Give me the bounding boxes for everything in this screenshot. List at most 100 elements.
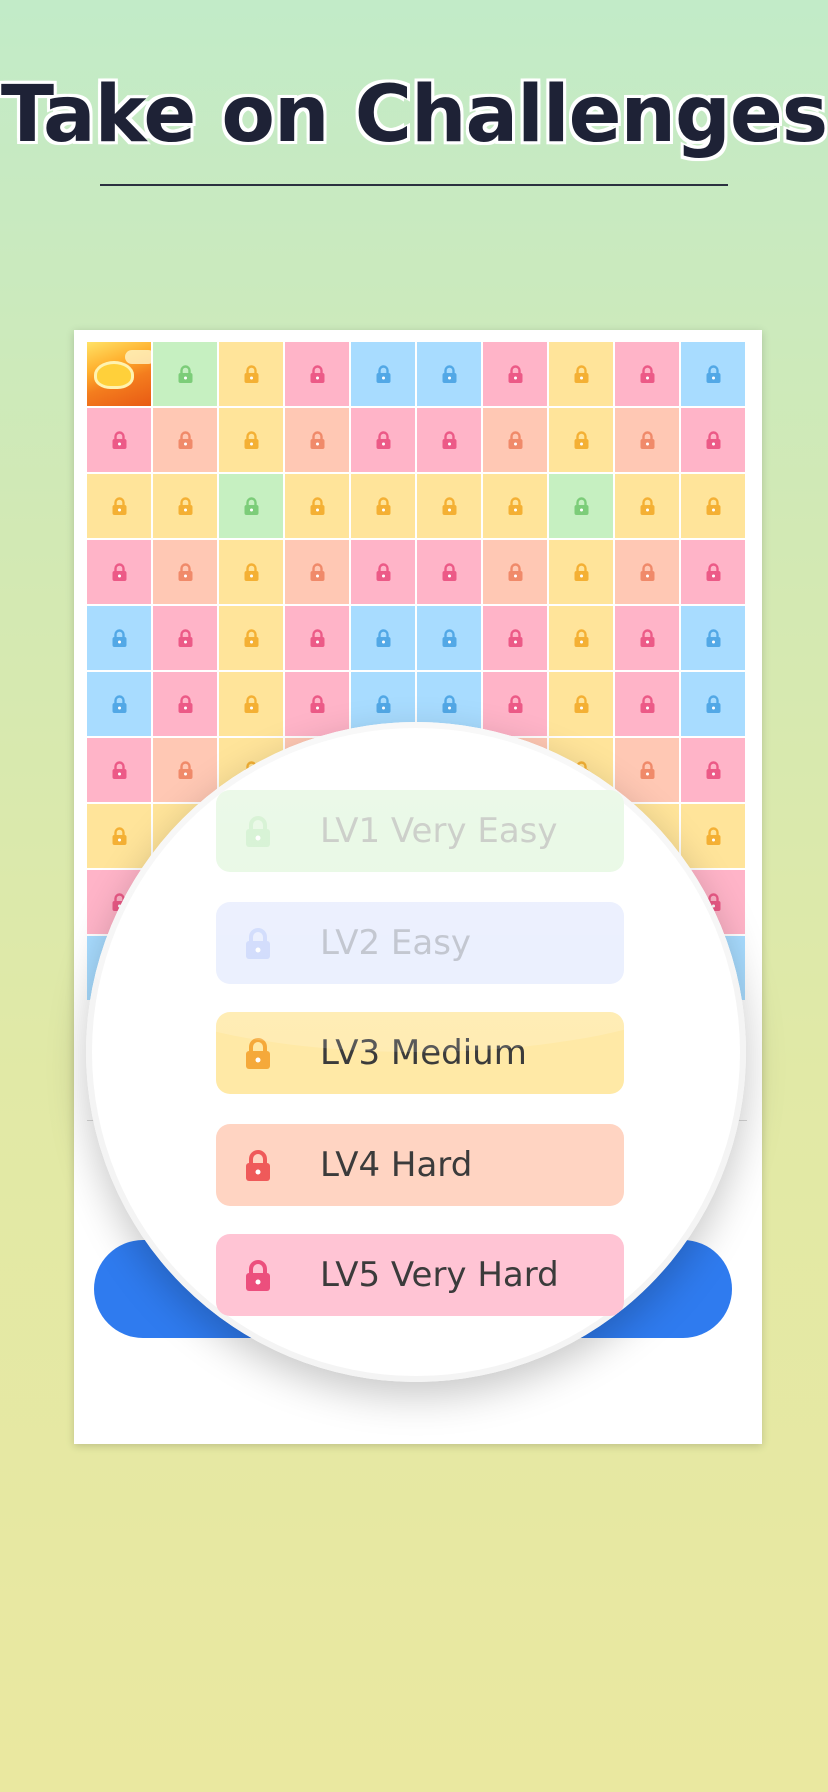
locked-puzzle-tile[interactable] (153, 606, 217, 670)
locked-puzzle-tile[interactable] (615, 408, 679, 472)
locked-puzzle-tile[interactable] (153, 474, 217, 538)
lock-icon (112, 826, 126, 845)
lock-icon (244, 496, 258, 515)
lock-icon (508, 628, 522, 647)
level-label: LV3 Medium (320, 1033, 527, 1073)
locked-puzzle-tile[interactable] (615, 738, 679, 802)
locked-puzzle-tile[interactable] (681, 342, 745, 406)
lock-icon (706, 694, 720, 713)
locked-puzzle-tile[interactable] (153, 342, 217, 406)
level-label: LV5 Very Hard (320, 1255, 559, 1295)
locked-puzzle-tile[interactable] (483, 540, 547, 604)
locked-puzzle-tile[interactable] (87, 408, 151, 472)
locked-puzzle-tile[interactable] (87, 738, 151, 802)
locked-puzzle-tile[interactable] (483, 408, 547, 472)
locked-puzzle-tile[interactable] (153, 738, 217, 802)
page-headline: Take on Challenges (0, 70, 828, 160)
lock-icon (112, 430, 126, 449)
lock-icon (246, 928, 270, 959)
locked-puzzle-tile[interactable] (87, 606, 151, 670)
locked-puzzle-tile[interactable] (549, 474, 613, 538)
locked-puzzle-tile[interactable] (549, 540, 613, 604)
locked-puzzle-tile[interactable] (483, 474, 547, 538)
locked-puzzle-tile[interactable] (615, 606, 679, 670)
lock-icon (244, 562, 258, 581)
level-option-medium[interactable]: LV3 Medium (216, 1012, 624, 1094)
locked-puzzle-tile[interactable] (351, 474, 415, 538)
locked-puzzle-tile[interactable] (681, 804, 745, 868)
locked-puzzle-tile[interactable] (285, 474, 349, 538)
locked-puzzle-tile[interactable] (417, 540, 481, 604)
locked-puzzle-tile[interactable] (615, 672, 679, 736)
locked-puzzle-tile[interactable] (615, 474, 679, 538)
locked-puzzle-tile[interactable] (219, 540, 283, 604)
lock-icon (112, 496, 126, 515)
locked-puzzle-tile[interactable] (681, 738, 745, 802)
lock-icon (442, 430, 456, 449)
lock-icon (246, 1260, 270, 1291)
unlocked-puzzle-tile[interactable] (87, 342, 151, 406)
lock-icon (178, 628, 192, 647)
lock-icon (376, 694, 390, 713)
locked-puzzle-tile[interactable] (87, 672, 151, 736)
locked-puzzle-tile[interactable] (681, 540, 745, 604)
lock-icon (574, 364, 588, 383)
locked-puzzle-tile[interactable] (351, 540, 415, 604)
locked-puzzle-tile[interactable] (615, 540, 679, 604)
level-option-easy[interactable]: LV2 Easy (216, 902, 624, 984)
lock-icon (112, 694, 126, 713)
locked-puzzle-tile[interactable] (417, 474, 481, 538)
locked-puzzle-tile[interactable] (87, 474, 151, 538)
locked-puzzle-tile[interactable] (153, 540, 217, 604)
lock-icon (112, 628, 126, 647)
locked-puzzle-tile[interactable] (483, 342, 547, 406)
lock-icon (310, 496, 324, 515)
locked-puzzle-tile[interactable] (285, 408, 349, 472)
locked-puzzle-tile[interactable] (483, 606, 547, 670)
level-option-very-hard[interactable]: LV5 Very Hard (216, 1234, 624, 1316)
locked-puzzle-tile[interactable] (615, 342, 679, 406)
locked-puzzle-tile[interactable] (153, 672, 217, 736)
locked-puzzle-tile[interactable] (681, 474, 745, 538)
lock-icon (246, 1038, 270, 1069)
lock-icon (574, 628, 588, 647)
locked-puzzle-tile[interactable] (285, 342, 349, 406)
locked-puzzle-tile[interactable] (219, 408, 283, 472)
locked-puzzle-tile[interactable] (351, 342, 415, 406)
locked-puzzle-tile[interactable] (483, 672, 547, 736)
level-option-hard[interactable]: LV4 Hard (216, 1124, 624, 1206)
lock-icon (442, 496, 456, 515)
lock-icon (244, 430, 258, 449)
lock-icon (310, 562, 324, 581)
locked-puzzle-tile[interactable] (681, 408, 745, 472)
lock-icon (310, 364, 324, 383)
lock-icon (706, 496, 720, 515)
locked-puzzle-tile[interactable] (285, 606, 349, 670)
level-label: LV1 Very Easy (320, 811, 558, 851)
locked-puzzle-tile[interactable] (549, 408, 613, 472)
lock-icon (640, 628, 654, 647)
locked-puzzle-tile[interactable] (219, 672, 283, 736)
locked-puzzle-tile[interactable] (87, 540, 151, 604)
lock-icon (310, 628, 324, 647)
locked-puzzle-tile[interactable] (219, 474, 283, 538)
lock-icon (706, 562, 720, 581)
locked-puzzle-tile[interactable] (549, 606, 613, 670)
locked-puzzle-tile[interactable] (219, 606, 283, 670)
level-label: LV4 Hard (320, 1145, 473, 1185)
level-option-very-easy[interactable]: LV1 Very Easy (216, 790, 624, 872)
locked-puzzle-tile[interactable] (681, 606, 745, 670)
locked-puzzle-tile[interactable] (285, 672, 349, 736)
locked-puzzle-tile[interactable] (219, 342, 283, 406)
locked-puzzle-tile[interactable] (285, 540, 349, 604)
locked-puzzle-tile[interactable] (87, 804, 151, 868)
locked-puzzle-tile[interactable] (153, 408, 217, 472)
locked-puzzle-tile[interactable] (417, 342, 481, 406)
locked-puzzle-tile[interactable] (417, 408, 481, 472)
locked-puzzle-tile[interactable] (681, 672, 745, 736)
locked-puzzle-tile[interactable] (549, 672, 613, 736)
locked-puzzle-tile[interactable] (351, 408, 415, 472)
locked-puzzle-tile[interactable] (549, 342, 613, 406)
locked-puzzle-tile[interactable] (417, 606, 481, 670)
locked-puzzle-tile[interactable] (351, 606, 415, 670)
